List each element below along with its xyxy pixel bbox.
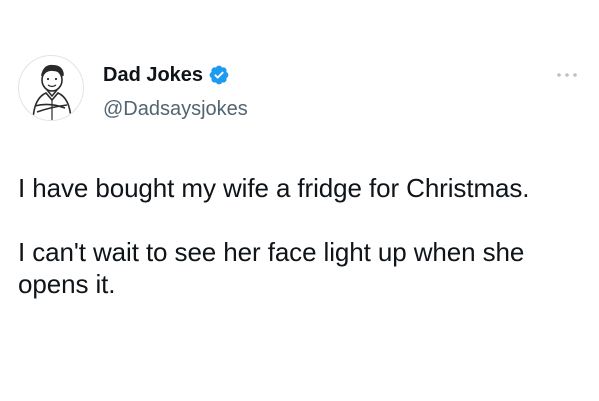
ellipsis-icon[interactable] [556, 70, 578, 80]
tweet-card: Dad Jokes @Dadsaysjokes I have bought my… [0, 0, 599, 401]
verified-badge-icon [208, 64, 230, 86]
author-display-name[interactable]: Dad Jokes [103, 62, 203, 88]
author-name-row: Dad Jokes [103, 62, 230, 88]
avatar[interactable] [18, 55, 84, 121]
cartoon-man-avatar-icon [32, 64, 72, 120]
author-handle[interactable]: @Dadsaysjokes [103, 96, 248, 122]
tweet-paragraph: I have bought my wife a fridge for Chris… [18, 173, 530, 203]
tweet-text: I have bought my wife a fridge for Chris… [18, 172, 583, 300]
tweet-paragraph: I can't wait to see her face light up wh… [18, 237, 525, 299]
